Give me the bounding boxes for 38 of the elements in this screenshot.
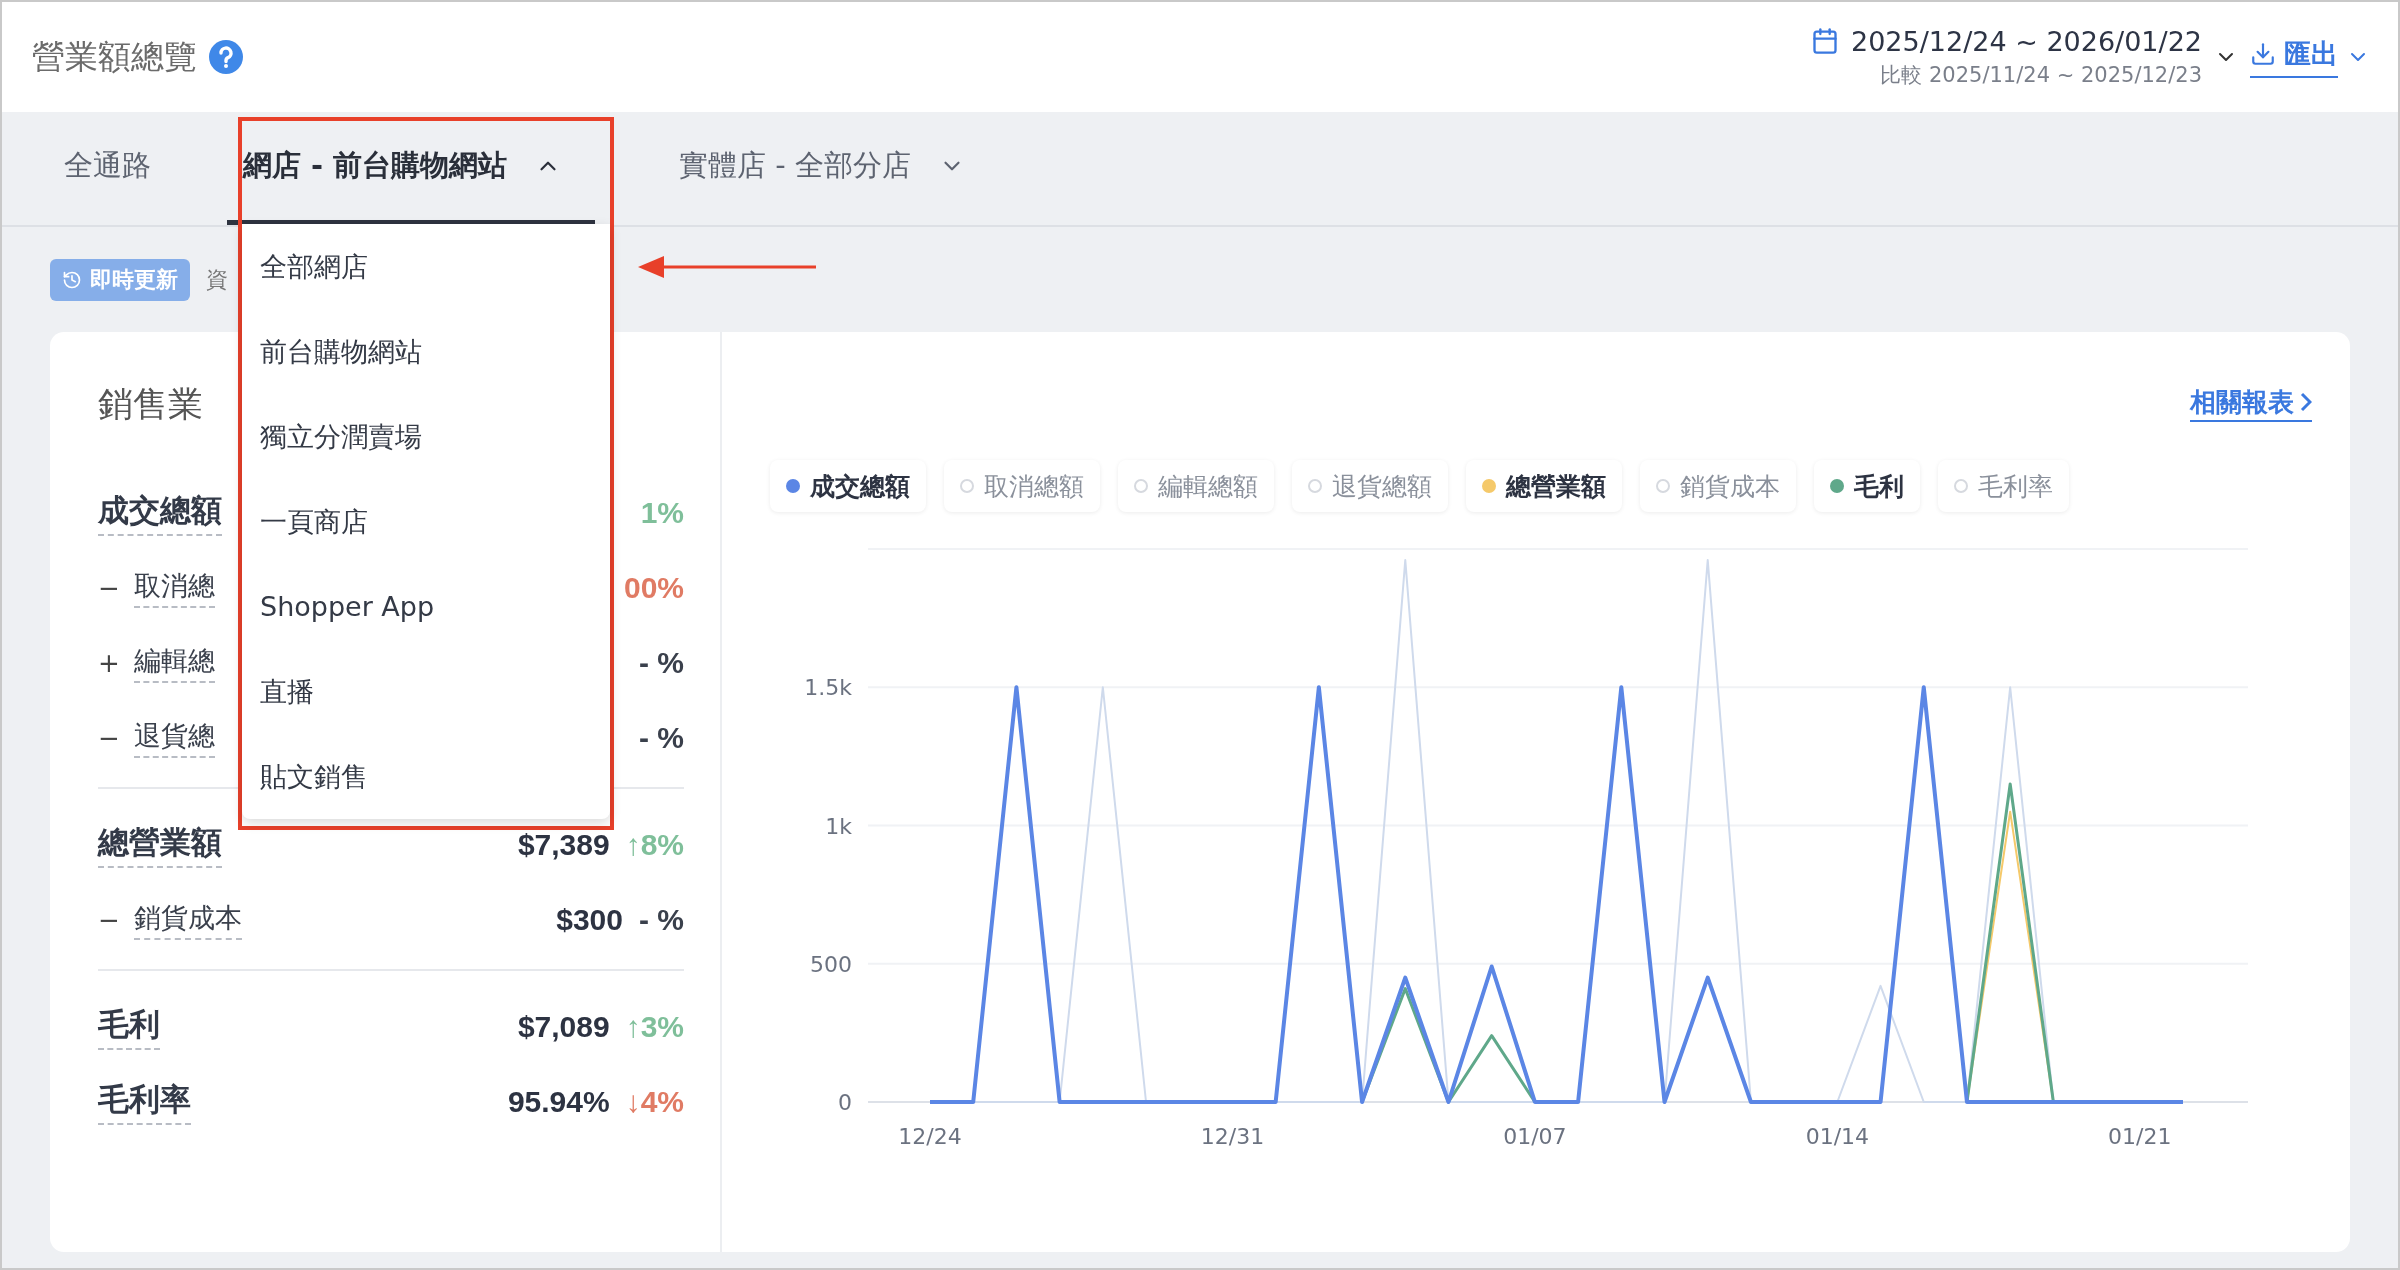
metric-change: ↓4% <box>625 1084 684 1119</box>
metric-change: - % <box>639 720 684 755</box>
metric-value: $7,389 <box>517 827 610 862</box>
axis-label: 12/31 <box>1200 1124 1265 1149</box>
metric-change: 00% <box>623 570 684 605</box>
metric-label: 毛利率 <box>98 1078 191 1125</box>
panel-title: 銷售業 <box>98 383 204 426</box>
axis-label: 500 <box>810 951 852 977</box>
status-text: 資 <box>206 265 228 294</box>
axis-label: 0 <box>838 1090 852 1115</box>
metric-label: 取消總 <box>134 567 215 608</box>
metric-change: ↑3% <box>625 1009 684 1044</box>
metric-change: - % <box>639 645 684 680</box>
metric-label: 銷貨成本 <box>134 899 242 940</box>
axis-label: 1.5k <box>804 675 852 701</box>
metric-change: 1% <box>640 495 684 530</box>
sign-text: − <box>98 722 121 753</box>
metric-change: ↑8% <box>625 827 684 862</box>
axis-label: 1k <box>825 813 852 839</box>
metric-label: 成交總額 <box>98 489 222 536</box>
metric-change: - % <box>639 902 684 937</box>
metric-value: $300 <box>556 902 623 937</box>
axis-label: 01/07 <box>1503 1124 1567 1149</box>
metric-value: 95.94% <box>507 1084 610 1119</box>
sign-text: − <box>98 904 121 935</box>
metric-value: $7,089 <box>517 1009 610 1044</box>
metric-label: 總營業額 <box>98 821 222 868</box>
axis-label: 12/24 <box>898 1124 962 1149</box>
axis-label: 01/14 <box>1805 1124 1870 1149</box>
metric-label: 編輯總 <box>134 642 215 683</box>
sign-text: − <box>98 572 121 603</box>
axis-label: 01/21 <box>2108 1124 2172 1149</box>
sign-text: + <box>98 647 121 678</box>
metric-label: 退貨總 <box>134 717 215 758</box>
metric-label: 毛利 <box>98 1003 160 1050</box>
live-update-badge: 即時更新 <box>50 258 190 301</box>
page-title: 營業額總覽 <box>32 35 197 78</box>
compare-range: 比較 2025/11/24 ~ 2025/12/23 <box>1880 61 2202 89</box>
